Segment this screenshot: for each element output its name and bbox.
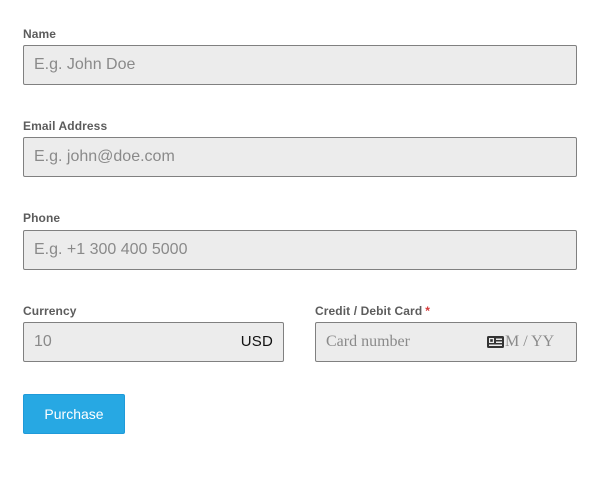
currency-code: USD bbox=[240, 333, 273, 350]
card-expiry-input[interactable]: M / YY bbox=[505, 323, 554, 361]
card-field-box: M / YY bbox=[315, 322, 577, 362]
currency-field-box: USD bbox=[23, 322, 284, 362]
email-label: Email Address bbox=[23, 119, 108, 133]
phone-input[interactable] bbox=[24, 231, 576, 269]
purchase-button[interactable]: Purchase bbox=[23, 394, 125, 434]
card-label-text: Credit / Debit Card bbox=[315, 304, 423, 318]
card-icon bbox=[487, 336, 504, 348]
name-label: Name bbox=[23, 27, 57, 41]
email-input[interactable] bbox=[24, 138, 576, 176]
phone-field-box bbox=[23, 230, 577, 270]
amount-input[interactable] bbox=[24, 323, 224, 361]
name-input[interactable] bbox=[24, 46, 576, 84]
phone-label: Phone bbox=[23, 211, 61, 225]
name-field-box bbox=[23, 45, 577, 85]
required-mark: * bbox=[425, 304, 431, 318]
card-label: Credit / Debit Card * bbox=[315, 304, 430, 318]
card-number-input[interactable] bbox=[316, 323, 476, 361]
email-field-box bbox=[23, 137, 577, 177]
currency-label: Currency bbox=[23, 304, 77, 318]
